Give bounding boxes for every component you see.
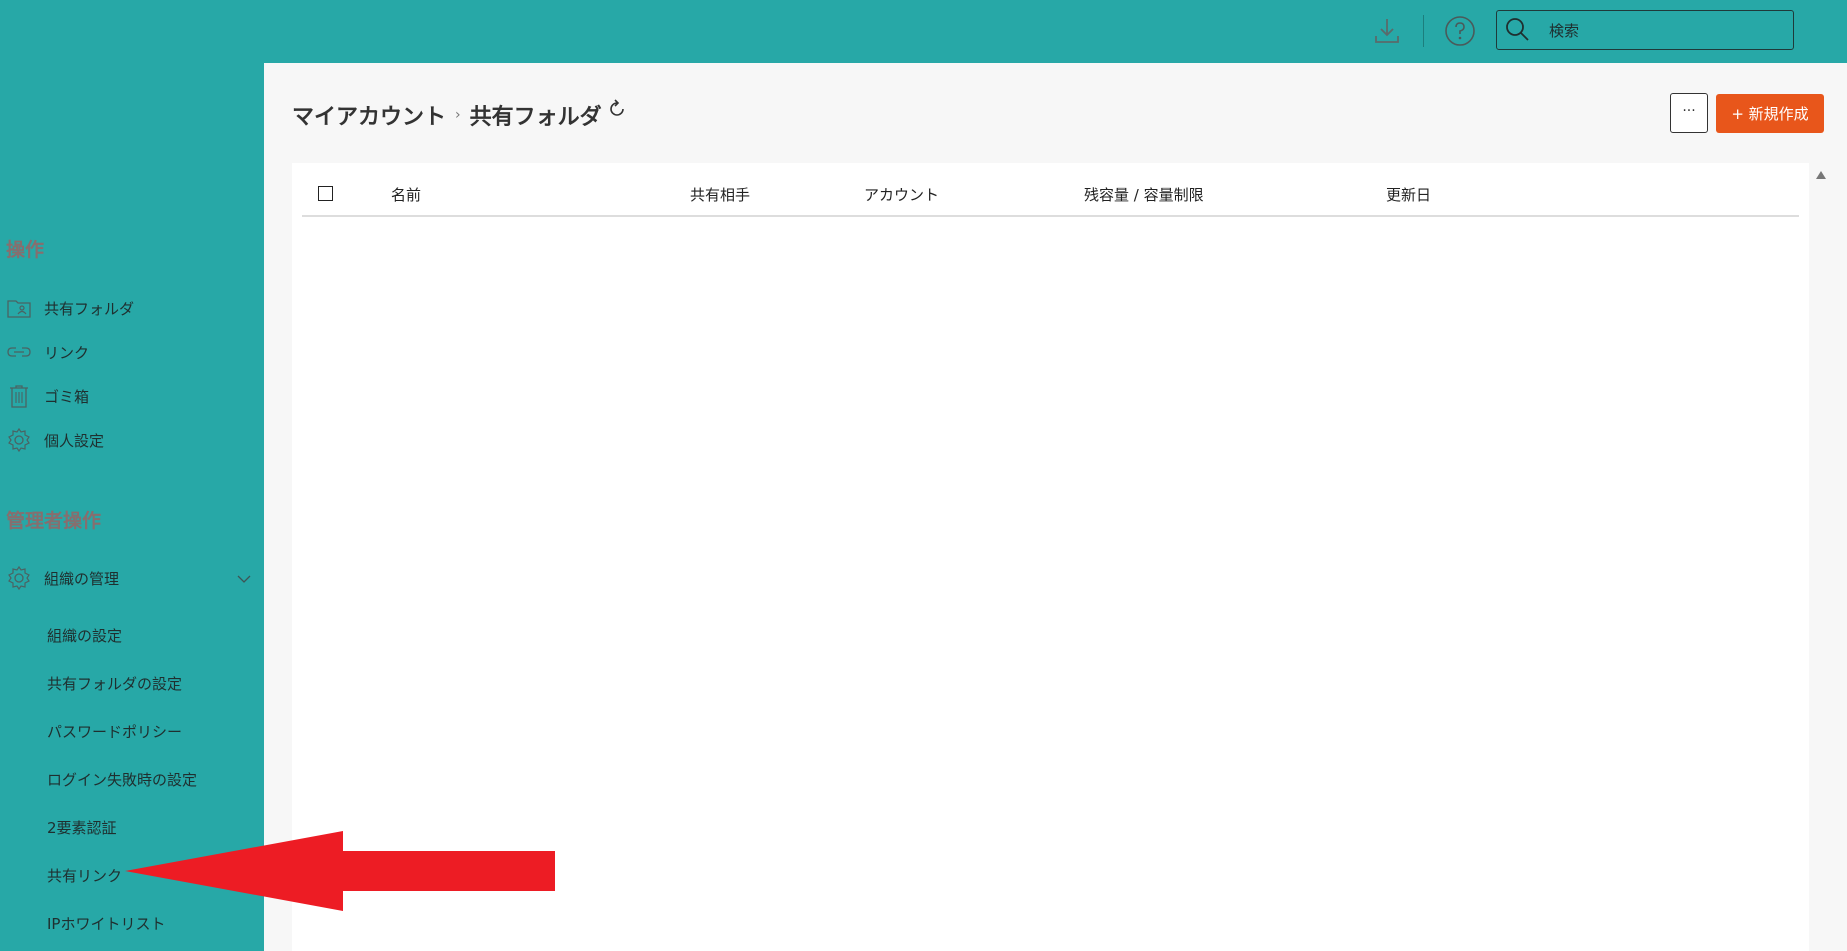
sidebar-item-trash[interactable]: ゴミ箱 [6, 381, 256, 411]
breadcrumb-separator: › [455, 107, 461, 123]
sidebar-subitem-shared-folder-settings[interactable]: 共有フォルダの設定 [47, 673, 182, 694]
shared-folder-icon [7, 300, 31, 318]
sidebar-item-label: ゴミ箱 [44, 387, 90, 406]
column-header-updated[interactable]: 更新日 [1386, 184, 1431, 205]
search-input[interactable] [1547, 17, 1781, 45]
table-header: 名前 共有相手 アカウント 残容量 / 容量制限 更新日 [302, 163, 1799, 217]
sidebar-subitem-password-policy[interactable]: パスワードポリシー [47, 721, 182, 742]
refresh-icon[interactable] [606, 98, 628, 120]
search-icon [1506, 18, 1529, 41]
more-options-button[interactable]: ··· [1670, 93, 1708, 133]
breadcrumb-shared-folder: 共有フォルダ [469, 105, 602, 130]
download-icon[interactable] [1373, 16, 1401, 46]
column-header-account[interactable]: アカウント [864, 184, 939, 205]
new-create-button[interactable]: + 新規作成 [1716, 94, 1824, 133]
main-content: マイアカウント › 共有フォルダ ··· + 新規作成 名前 共有相手 アカウン… [264, 63, 1847, 951]
sidebar-item-shared-folder[interactable]: 共有フォルダ [6, 293, 256, 323]
column-header-name[interactable]: 名前 [391, 184, 421, 205]
column-header-shared-with[interactable]: 共有相手 [690, 184, 750, 205]
column-header-capacity[interactable]: 残容量 / 容量制限 [1084, 184, 1204, 205]
search-box[interactable] [1496, 10, 1794, 50]
help-icon[interactable] [1444, 15, 1476, 47]
sidebar-subitem-shared-links[interactable]: 共有リンク [47, 865, 122, 886]
toolbar-divider [1423, 15, 1424, 47]
sidebar-item-org-manage[interactable]: 組織の管理 [6, 563, 256, 593]
top-bar [0, 0, 1847, 63]
sidebar-subitem-two-factor-auth[interactable]: 2要素認証 [47, 817, 117, 838]
sidebar: 操作 共有フォルダ リンク ゴミ箱 個人設定 管理者操作 組織の管理 組織の設定… [0, 63, 264, 951]
sidebar-item-label: 組織の管理 [44, 569, 120, 588]
sidebar-subitem-org-settings[interactable]: 組織の設定 [47, 625, 122, 646]
chevron-down-icon[interactable] [236, 571, 252, 587]
trash-icon [10, 385, 28, 408]
section-title-admin: 管理者操作 [6, 510, 102, 532]
sidebar-item-label: 個人設定 [44, 431, 105, 450]
link-icon [7, 347, 31, 357]
gear-icon [8, 427, 30, 453]
section-title-operations: 操作 [6, 239, 45, 261]
breadcrumb-my-account[interactable]: マイアカウント [292, 99, 446, 131]
breadcrumb: マイアカウント › 共有フォルダ [292, 99, 628, 131]
sidebar-subitem-login-failure-settings[interactable]: ログイン失敗時の設定 [47, 769, 197, 790]
gear-icon [8, 565, 30, 591]
sidebar-item-label: 共有フォルダ [44, 299, 135, 318]
select-all-checkbox[interactable] [318, 186, 333, 201]
sidebar-item-personal-settings[interactable]: 個人設定 [6, 425, 256, 455]
sidebar-item-link[interactable]: リンク [6, 337, 256, 367]
sidebar-item-label: リンク [44, 343, 90, 362]
scrollbar-up-arrow[interactable] [1816, 171, 1826, 179]
annotation-arrow [125, 831, 555, 911]
sidebar-subitem-ip-whitelist[interactable]: IPホワイトリスト [47, 913, 165, 934]
